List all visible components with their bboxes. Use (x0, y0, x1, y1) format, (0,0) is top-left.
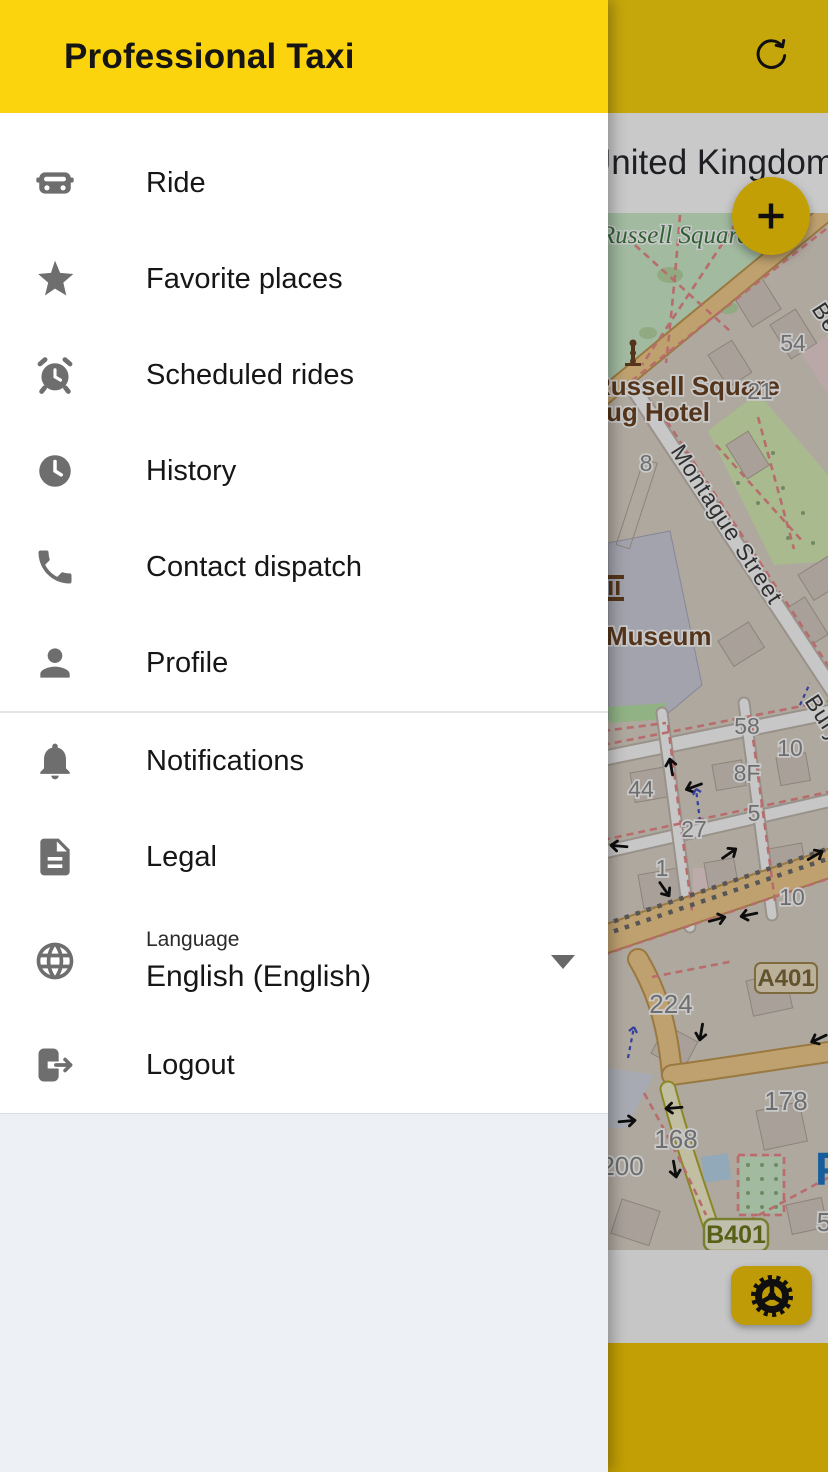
bell-icon (33, 739, 77, 783)
menu-item-contact-dispatch[interactable]: Contact dispatch (0, 519, 608, 615)
menu-item-label: Contact dispatch (146, 551, 362, 584)
car-icon (33, 161, 77, 205)
menu-item-favorite-places[interactable]: Favorite places (0, 231, 608, 327)
language-label: Language (146, 928, 371, 952)
navigation-drawer: Professional Taxi Ride Favorite place (0, 0, 608, 1472)
menu-item-label: Favorite places (146, 263, 343, 296)
menu-item-label: Ride (146, 167, 206, 200)
phone-icon (33, 545, 77, 589)
menu-item-ride[interactable]: Ride (0, 135, 608, 231)
language-value: English (English) (146, 960, 371, 994)
globe-icon (33, 939, 77, 983)
menu-item-label: History (146, 455, 236, 488)
drawer-menu: Ride Favorite places Scheduled rides (0, 113, 608, 1113)
drawer-footer (0, 1113, 608, 1472)
chevron-down-icon (551, 955, 575, 969)
logout-icon (33, 1043, 77, 1087)
menu-item-logout[interactable]: Logout (0, 1017, 608, 1113)
star-icon (33, 257, 77, 301)
menu-item-label: Profile (146, 647, 228, 680)
alarm-clock-icon (33, 353, 77, 397)
document-icon (33, 835, 77, 879)
drawer-header: Professional Taxi (0, 0, 608, 113)
app-title: Professional Taxi (64, 37, 355, 77)
clock-icon (33, 449, 77, 493)
menu-item-history[interactable]: History (0, 423, 608, 519)
menu-item-legal[interactable]: Legal (0, 809, 608, 905)
menu-item-scheduled-rides[interactable]: Scheduled rides (0, 327, 608, 423)
menu-item-notifications[interactable]: Notifications (0, 713, 608, 809)
person-icon (33, 641, 77, 685)
app-screen: United Kingdom (0, 0, 828, 1472)
menu-item-label: Notifications (146, 745, 304, 778)
menu-item-label: Scheduled rides (146, 359, 354, 392)
menu-item-label: Logout (146, 1049, 235, 1082)
menu-item-label: Legal (146, 841, 217, 874)
menu-item-language[interactable]: Language English (English) (0, 905, 608, 1017)
menu-item-profile[interactable]: Profile (0, 615, 608, 711)
